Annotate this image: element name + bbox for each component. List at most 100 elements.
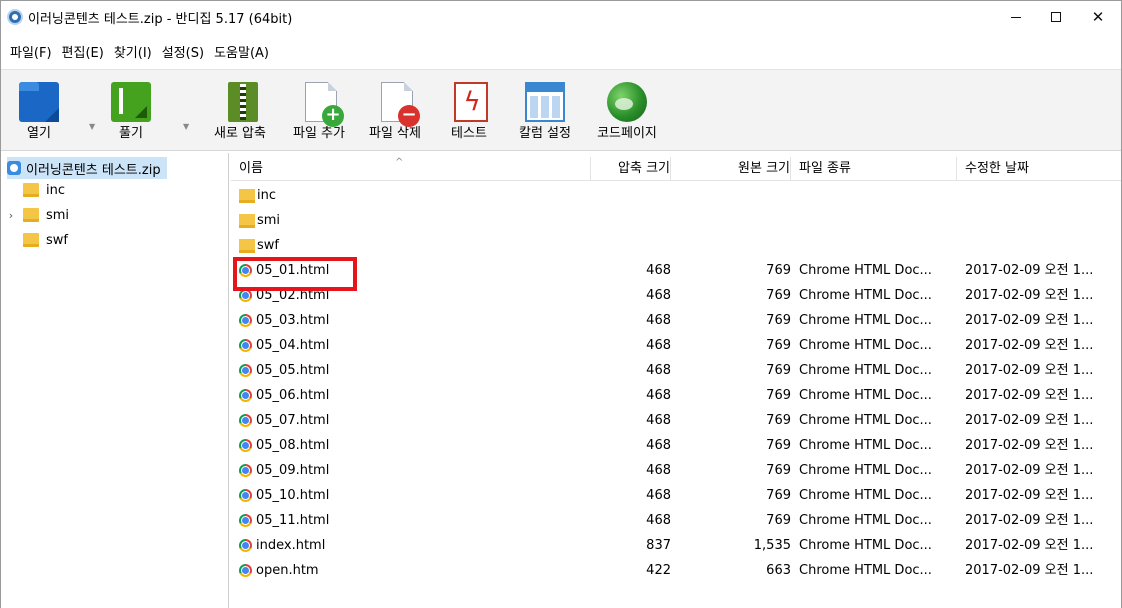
list-item-file[interactable]: 05_02.html 468 769 Chrome HTML Doc... 2017-0… xyxy=(231,283,1121,308)
extract-label: 풀기 xyxy=(119,126,143,141)
file-name-cell: 05_11.html xyxy=(239,508,589,533)
list-item-file[interactable]: index.html 837 1,535 Chrome HTML Doc... 2017… xyxy=(231,533,1121,558)
compressed-size-cell: 468 xyxy=(646,488,671,503)
original-size-cell: 769 xyxy=(766,463,791,478)
list-item-file[interactable]: 05_05.html 468 769 Chrome HTML Doc... 2017-0… xyxy=(231,358,1121,383)
delete-file-icon: − xyxy=(381,82,420,127)
file-name: 05_03.html xyxy=(256,313,330,328)
tree-item-label: swf xyxy=(46,232,68,248)
delete-files-button[interactable]: − 파일 삭제 xyxy=(359,80,431,150)
file-name-cell: index.html xyxy=(239,533,589,558)
file-type-cell: Chrome HTML Doc... xyxy=(799,413,932,428)
new-archive-label: 새로 압축 xyxy=(214,126,266,141)
list-item-file[interactable]: open.htm 422 663 Chrome HTML Doc... 2017-02-… xyxy=(231,558,1121,583)
minus-icon: − xyxy=(398,105,420,127)
open-button[interactable]: 열기 xyxy=(19,80,59,150)
add-files-button[interactable]: + 파일 추가 xyxy=(283,80,355,150)
list-item-file[interactable]: 05_01.html 468 769 Chrome HTML Doc... 2017-0… xyxy=(231,258,1121,283)
column-header-modified[interactable]: 수정한 날짜 xyxy=(957,157,1121,181)
modified-date-cell: 2017-02-09 오전 1... xyxy=(965,263,1094,278)
close-button[interactable]: ✕ xyxy=(1075,1,1121,33)
list-item-folder[interactable]: smi xyxy=(231,208,1121,233)
file-name: 05_05.html xyxy=(256,363,330,378)
list-item-file[interactable]: 05_10.html 468 769 Chrome HTML Doc... 2017-0… xyxy=(231,483,1121,508)
list-item-file[interactable]: 05_07.html 468 769 Chrome HTML Doc... 2017-0… xyxy=(231,408,1121,433)
tree-item-label: inc xyxy=(46,182,65,198)
column-header-original[interactable]: 원본 크기 xyxy=(671,157,791,181)
modified-date-cell: 2017-02-09 오전 1... xyxy=(965,513,1094,528)
file-type-cell: Chrome HTML Doc... xyxy=(799,288,932,303)
file-name-cell: 05_06.html xyxy=(239,383,589,408)
modified-date-cell: 2017-02-09 오전 1... xyxy=(965,538,1094,553)
test-button[interactable]: ϟ 테스트 xyxy=(445,80,493,150)
maximize-button[interactable] xyxy=(1033,1,1079,33)
folder-icon xyxy=(23,233,39,247)
chrome-html-icon xyxy=(239,564,252,577)
lightning-icon: ϟ xyxy=(463,87,481,117)
test-label: 테스트 xyxy=(451,126,487,141)
file-name-cell: open.htm xyxy=(239,558,589,583)
menu-settings[interactable]: 설정(S) xyxy=(157,41,209,67)
list-item-file[interactable]: 05_08.html 468 769 Chrome HTML Doc... 2017-0… xyxy=(231,433,1121,458)
file-type-cell: Chrome HTML Doc... xyxy=(799,463,932,478)
compressed-size-cell: 468 xyxy=(646,263,671,278)
menu-find[interactable]: 찾기(I) xyxy=(109,41,157,67)
title-bar: 이러닝콘텐츠 테스트.zip - 반디집 5.17 (64bit) ✕ xyxy=(1,1,1121,33)
chevron-right-icon[interactable]: › xyxy=(5,209,17,222)
zip-archive-icon xyxy=(7,161,21,175)
extract-button[interactable]: 풀기 xyxy=(111,80,151,150)
file-name: 05_09.html xyxy=(256,463,330,478)
open-dropdown-icon[interactable]: ▼ xyxy=(89,122,95,131)
menu-file[interactable]: 파일(F) xyxy=(5,41,57,67)
column-header-compressed[interactable]: 압축 크기 xyxy=(591,157,671,181)
delete-files-label: 파일 삭제 xyxy=(369,126,421,141)
modified-date-cell: 2017-02-09 오전 1... xyxy=(965,563,1094,578)
menu-edit[interactable]: 편집(E) xyxy=(57,41,109,67)
modified-date-cell: 2017-02-09 오전 1... xyxy=(965,413,1094,428)
compressed-size-cell: 422 xyxy=(646,563,671,578)
column-header-type[interactable]: 파일 종류 xyxy=(791,157,957,181)
menu-bar: 파일(F) 편집(E) 찾기(I) 설정(S) 도움말(A) xyxy=(1,41,1121,67)
codepage-button[interactable]: 코드페이지 xyxy=(587,80,667,150)
file-name: 05_10.html xyxy=(256,488,330,503)
modified-date-cell: 2017-02-09 오전 1... xyxy=(965,288,1094,303)
file-name-cell: 05_07.html xyxy=(239,408,589,433)
chrome-html-icon xyxy=(239,439,252,452)
compressed-size-cell: 468 xyxy=(646,438,671,453)
compressed-size-cell: 468 xyxy=(646,513,671,528)
columns-button[interactable]: 칼럼 설정 xyxy=(509,80,581,150)
column-compressed-label: 압축 크기 xyxy=(618,161,670,176)
modified-date-cell: 2017-02-09 오전 1... xyxy=(965,388,1094,403)
tree-root-archive[interactable]: 이러닝콘텐츠 테스트.zip xyxy=(7,157,167,179)
list-item-file[interactable]: 05_09.html 468 769 Chrome HTML Doc... 2017-0… xyxy=(231,458,1121,483)
tree-root-label: 이러닝콘텐츠 테스트.zip xyxy=(26,162,161,178)
menu-help[interactable]: 도움말(A) xyxy=(209,41,274,67)
globe-icon xyxy=(607,82,647,122)
list-item-folder[interactable]: swf xyxy=(231,233,1121,258)
list-item-file[interactable]: 05_04.html 468 769 Chrome HTML Doc... 2017-0… xyxy=(231,333,1121,358)
list-item-file[interactable]: 05_03.html 468 769 Chrome HTML Doc... 2017-0… xyxy=(231,308,1121,333)
new-archive-icon xyxy=(227,82,258,122)
add-file-icon: + xyxy=(305,82,344,127)
file-name: 05_04.html xyxy=(256,338,330,353)
list-item-file[interactable]: 05_06.html 468 769 Chrome HTML Doc... 2017-0… xyxy=(231,383,1121,408)
list-item-file[interactable]: 05_11.html 468 769 Chrome HTML Doc... 2017-0… xyxy=(231,508,1121,533)
tree-item-smi[interactable]: › smi xyxy=(5,204,69,226)
tree-item-swf[interactable]: swf xyxy=(5,229,68,251)
file-name-cell: 05_10.html xyxy=(239,483,589,508)
list-item-folder[interactable]: inc xyxy=(231,183,1121,208)
original-size-cell: 1,535 xyxy=(753,538,791,553)
original-size-cell: 769 xyxy=(766,263,791,278)
file-name-cell: 05_04.html xyxy=(239,333,589,358)
column-header-name[interactable]: 이름 ^ xyxy=(231,157,591,181)
compressed-size-cell: 468 xyxy=(646,413,671,428)
tree-item-inc[interactable]: inc xyxy=(5,179,65,201)
file-type-cell: Chrome HTML Doc... xyxy=(799,488,932,503)
file-type-cell: Chrome HTML Doc... xyxy=(799,388,932,403)
extract-dropdown-icon[interactable]: ▼ xyxy=(183,122,189,131)
file-type-cell: Chrome HTML Doc... xyxy=(799,563,932,578)
new-archive-button[interactable]: 새로 압축 xyxy=(203,80,277,150)
file-name-cell: swf xyxy=(239,233,589,258)
add-files-label: 파일 추가 xyxy=(293,126,345,141)
compressed-size-cell: 837 xyxy=(646,538,671,553)
